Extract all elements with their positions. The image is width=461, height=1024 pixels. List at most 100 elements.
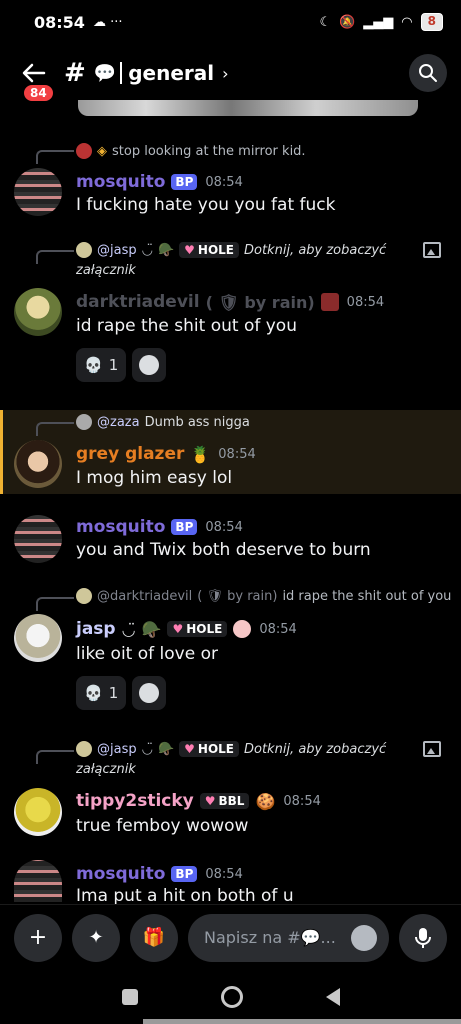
message-text: id rape the shit out of you [76,316,297,336]
avatar[interactable] [14,860,62,902]
username[interactable]: mosquito [76,517,165,537]
timestamp: 08:54 [205,866,243,882]
back-button[interactable]: 84 [14,53,55,103]
message-header: jasp ◡̈ 🪖 ♥ HOLE 08:54 [76,617,297,641]
avatar[interactable] [14,288,62,336]
reply-text: załącznik [76,262,136,278]
wifi-icon: ◠ [401,14,413,30]
reply-mention: @zaza [97,414,140,430]
hole-tag: ♥ HOLE [167,621,228,637]
avatar[interactable] [14,515,62,563]
reply-preview[interactable]: @jasp ◡̈ 🪖 ♥ HOLE Dotknij, aby zobaczyć [76,240,386,260]
message-text: you and Twix both deserve to burn [76,540,371,560]
message-header: mosquito BP 08:54 [76,170,243,194]
reply-text: Dumb ass nigga [144,414,250,430]
image-icon [423,741,441,757]
message-header: mosquito BP 08:54 [76,862,243,886]
hole-tag: ♥ HOLE [179,741,239,757]
reactions: 💀 1 [76,348,167,382]
reply-mention: @jasp [97,242,137,258]
timestamp: 08:54 [259,621,297,637]
reaction-skull[interactable]: 💀 1 [76,348,127,382]
mute-icon: 🔕 [339,14,356,30]
message-header: tippy2sticky ♥ BBL 🍪 08:54 [76,789,321,813]
avatar[interactable] [14,788,62,836]
recents-button[interactable] [121,989,138,1005]
timestamp: 08:54 [283,793,321,809]
attachment-image[interactable] [78,100,418,116]
message-input[interactable]: Napisz na #💬... [188,913,389,962]
username[interactable]: mosquito [76,864,165,884]
skull-icon: 💀 [84,684,103,702]
role-icon: ◈ [97,143,107,159]
apps-icon: ✦ [88,927,104,948]
speech-bubble-icon: 💬 [93,62,117,84]
home-button[interactable] [220,986,243,1008]
smile-icon: ◡̈ [141,741,153,757]
server-tag: BP [171,866,198,882]
reply-preview-cont: załącznik [76,759,136,779]
username[interactable]: grey glazer [76,444,184,464]
system-icons: ☾ 🔕 ▂▄▆ ◠ 8 [319,13,443,31]
emoji-button[interactable] [351,924,377,951]
avatar [76,741,92,757]
chevron-right-icon[interactable]: › [222,64,228,83]
reply-preview[interactable]: @darktriadevil ( 🛡 by rain) id rape the … [76,586,451,606]
reply-connector [36,250,74,264]
message-header: darktriadevil ( 🛡 by rain) 08:54 [76,290,384,314]
avatar [76,242,92,258]
cookie-icon: 🍪 [255,791,276,811]
username[interactable]: darktriadevil [76,292,200,312]
helmet-icon: 🪖 [157,741,175,757]
avatar[interactable] [14,614,62,662]
reply-preview[interactable]: @jasp ◡̈ 🪖 ♥ HOLE Dotknij, aby zobaczyć [76,739,386,759]
add-reaction-button[interactable] [132,348,167,382]
role-icon [233,620,252,638]
avatar[interactable] [14,440,62,488]
smile-icon: ◡̈ [121,619,136,639]
system-nav-bar [0,970,461,1024]
helmet-icon: 🪖 [157,242,175,258]
username[interactable]: jasp [76,619,116,639]
back-nav-button[interactable] [325,988,340,1006]
arrow-left-icon [22,63,46,83]
timestamp: 08:54 [218,446,256,462]
helmet-icon: 🪖 [141,619,162,639]
channel-name[interactable]: general [120,62,214,84]
reaction-skull[interactable]: 💀 1 [76,676,127,710]
avatar [76,414,92,430]
battery-icon: 8 [420,13,443,31]
reactions: 💀 1 [76,676,167,710]
reply-text: stop looking at the mirror kid. [112,143,306,159]
bbl-tag: ♥ BBL [199,793,250,809]
add-reaction-button[interactable] [132,676,167,710]
message-text: like oit of love or [76,644,218,664]
image-icon [423,242,441,258]
search-button[interactable] [409,54,447,92]
attach-button[interactable]: + [14,913,62,962]
reply-connector [36,422,74,436]
reply-text: Dotknij, aby zobaczyć [244,242,387,258]
username[interactable]: tippy2sticky [76,791,194,811]
search-icon [419,64,437,82]
voice-button[interactable] [399,913,447,962]
timestamp: 08:54 [205,519,243,535]
reply-mention: @darktriadevil [97,588,193,604]
notification-icons: ☁ ··· [92,14,123,30]
reply-preview[interactable]: ◈ stop looking at the mirror kid. [76,141,306,161]
reply-mention-suffix: ( 🛡 by rain) [197,588,278,604]
server-tag: BP [171,174,198,190]
avatar[interactable] [14,168,62,216]
apps-button[interactable]: ✦ [72,913,120,962]
dnd-icon: ☾ [319,14,332,30]
username[interactable]: mosquito [76,172,165,192]
hole-tag: ♥ HOLE [179,242,239,258]
reply-connector [36,150,74,164]
smiley-icon [139,683,160,703]
unread-badge: 84 [22,83,55,103]
reply-preview[interactable]: @zaza Dumb ass nigga [76,412,250,432]
reply-text: id rape the shit out of you [282,588,452,604]
reply-connector [36,597,74,611]
gift-button[interactable]: 🎁 [130,913,178,962]
reply-mention: @jasp [97,741,137,757]
